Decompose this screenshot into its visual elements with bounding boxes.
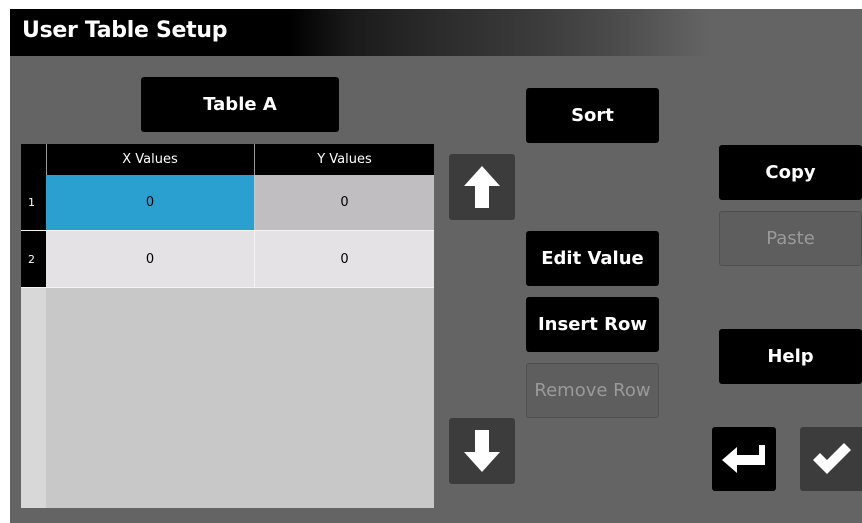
copy-label: Copy <box>765 162 816 183</box>
arrow-down-icon <box>464 430 500 472</box>
table-select-label: Table A <box>203 94 277 115</box>
table-cell-x-row-2[interactable]: 0 <box>46 231 254 287</box>
title-bar: User Table Setup <box>10 9 862 56</box>
copy-button[interactable]: Copy <box>719 145 862 200</box>
screen: User Table Setup Table A X Values Y Valu… <box>10 9 862 523</box>
edit-value-button[interactable]: Edit Value <box>526 231 659 286</box>
row-divider <box>21 287 434 288</box>
row-number: 1 <box>21 175 46 230</box>
table-cell-y-row-2[interactable]: 0 <box>255 231 434 287</box>
remove-row-label: Remove Row <box>534 380 651 401</box>
return-arrow-icon <box>722 445 765 473</box>
column-divider <box>254 231 255 287</box>
scroll-up-button[interactable] <box>449 154 515 220</box>
user-table: X Values Y Values 1 0 0 2 0 0 <box>21 144 434 508</box>
sort-button[interactable]: Sort <box>526 88 659 143</box>
window-title: User Table Setup <box>22 18 228 43</box>
insert-row-label: Insert Row <box>537 314 648 335</box>
table-select-button[interactable]: Table A <box>141 77 339 132</box>
table-header: X Values Y Values <box>21 144 434 175</box>
insert-row-button[interactable]: Insert Row <box>526 297 659 352</box>
header-separator <box>46 144 47 175</box>
column-header-y: Y Values <box>317 152 372 167</box>
help-button[interactable]: Help <box>719 329 862 384</box>
remove-row-button[interactable]: Remove Row <box>526 363 659 418</box>
scroll-down-button[interactable] <box>449 418 515 484</box>
column-header-x: X Values <box>122 152 178 167</box>
paste-label: Paste <box>766 228 815 249</box>
help-label: Help <box>767 346 814 367</box>
table-cell-x-row-1[interactable]: 0 <box>46 175 254 230</box>
arrow-up-icon <box>464 166 500 208</box>
checkmark-icon <box>813 443 851 474</box>
edit-value-label: Edit Value <box>541 248 644 269</box>
row-number: 2 <box>21 231 46 287</box>
back-button[interactable] <box>712 427 776 491</box>
confirm-button[interactable] <box>800 427 862 491</box>
paste-button[interactable]: Paste <box>719 211 862 266</box>
sort-label: Sort <box>571 105 614 126</box>
table-cell-y-row-1[interactable]: 0 <box>255 175 434 230</box>
